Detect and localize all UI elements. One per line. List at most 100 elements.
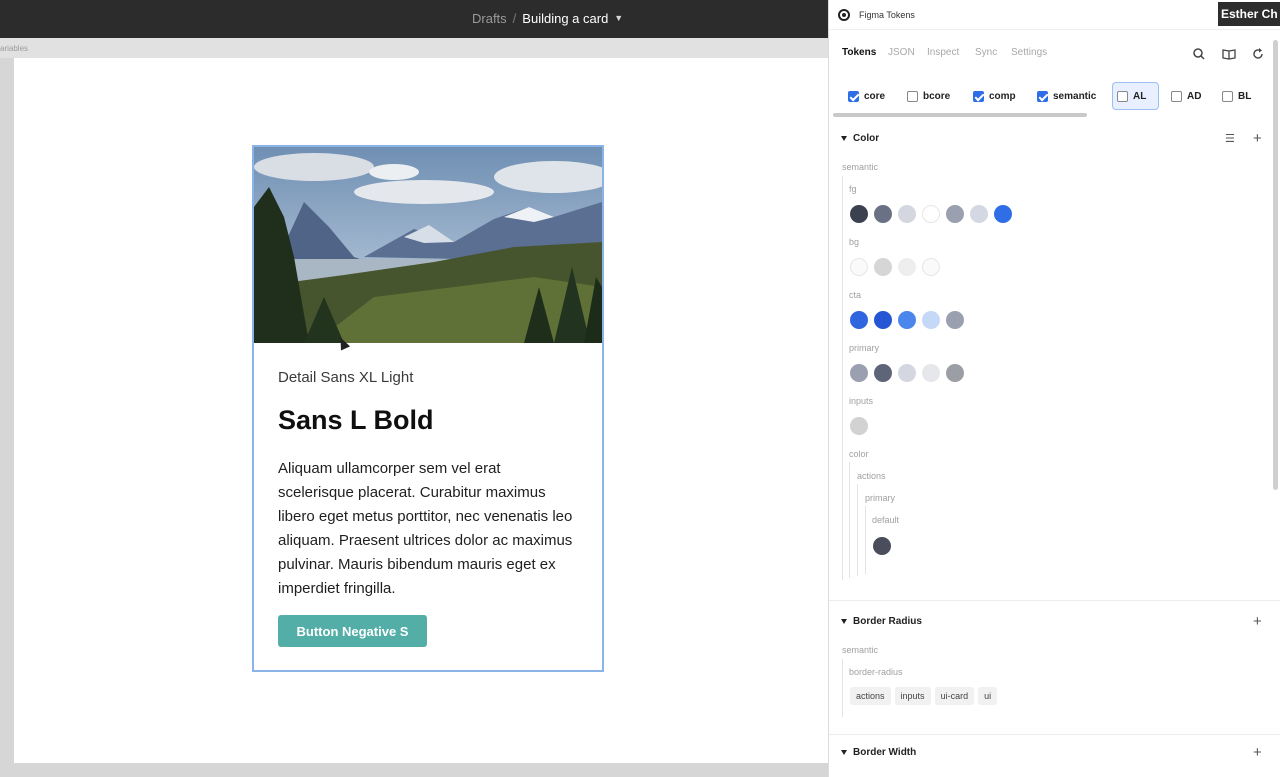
add-border-radius-icon[interactable]: + xyxy=(1253,613,1262,630)
theme-label: AL xyxy=(1133,90,1147,102)
tree-guide xyxy=(865,506,866,574)
tab-sync[interactable]: Sync xyxy=(975,47,997,58)
primary-color-swatch[interactable] xyxy=(850,364,868,382)
list-view-icon[interactable]: ☰ xyxy=(1225,132,1235,145)
token-actions[interactable]: actions xyxy=(850,687,891,705)
cta-label: cta xyxy=(849,290,862,300)
plugin-title: Figma Tokens xyxy=(859,10,915,20)
token-inputs[interactable]: inputs xyxy=(894,687,931,705)
figma-tokens-panel: Figma Tokens Tokens JSON Inspect Sync Se… xyxy=(828,0,1280,777)
caret-down-icon[interactable] xyxy=(841,136,847,141)
theme-comp[interactable]: comp xyxy=(969,82,1020,110)
fg-color-swatch[interactable] xyxy=(898,205,916,223)
bg-color-swatch[interactable] xyxy=(898,258,916,276)
checkbox-bcore[interactable] xyxy=(907,90,918,102)
primary-color-swatch[interactable] xyxy=(946,364,964,382)
default-color-swatch[interactable] xyxy=(873,537,891,555)
primary-color-swatch[interactable] xyxy=(922,364,940,382)
color-section-header[interactable]: Color ☰ + xyxy=(829,130,1280,152)
checkbox-semantic[interactable] xyxy=(1037,90,1048,102)
fg-color-swatch[interactable] xyxy=(994,205,1012,223)
cta-color-swatch[interactable] xyxy=(850,311,868,329)
panel-scrollbar[interactable] xyxy=(1273,40,1278,490)
theme-bl[interactable]: BL xyxy=(1218,82,1255,110)
tab-json[interactable]: JSON xyxy=(888,47,915,58)
token-ui-card[interactable]: ui-card xyxy=(934,687,975,705)
default-swatches xyxy=(873,537,891,555)
border-radius-title: Border Radius xyxy=(853,616,922,627)
fg-color-swatch[interactable] xyxy=(946,205,964,223)
fg-color-swatch[interactable] xyxy=(850,205,868,223)
file-name[interactable]: Building a card xyxy=(522,11,608,26)
button-negative-s[interactable]: Button Negative S xyxy=(278,615,427,647)
section-divider xyxy=(829,734,1280,735)
card-frame[interactable]: Detail Sans XL Light Sans L Bold Aliquam… xyxy=(252,145,604,672)
search-icon[interactable] xyxy=(1191,46,1207,62)
tree-guide xyxy=(842,659,843,717)
bg-label: bg xyxy=(849,237,860,247)
theme-selector: core bcore comp semantic AL AD BL xyxy=(829,78,1280,116)
theme-label: core xyxy=(864,90,886,102)
fg-color-swatch[interactable] xyxy=(874,205,892,223)
theme-ad[interactable]: AD xyxy=(1167,82,1205,110)
fg-color-swatch[interactable] xyxy=(922,205,940,223)
theme-label: comp xyxy=(989,90,1016,102)
theme-semantic[interactable]: semantic xyxy=(1033,82,1100,110)
border-width-section-header[interactable]: Border Width + xyxy=(829,744,1280,766)
fg-label: fg xyxy=(849,184,857,194)
inputs-swatches xyxy=(850,417,868,435)
theme-al[interactable]: AL xyxy=(1112,82,1159,110)
tree-guide xyxy=(842,176,843,580)
theme-bcore[interactable]: bcore xyxy=(903,82,954,110)
breadcrumb-separator: / xyxy=(512,11,517,26)
primary-swatches xyxy=(850,364,964,382)
theme-label: BL xyxy=(1238,90,1252,102)
border-width-title: Border Width xyxy=(853,747,917,758)
bg-color-swatch[interactable] xyxy=(874,258,892,276)
checkbox-ad[interactable] xyxy=(1171,90,1182,102)
checkbox-al[interactable] xyxy=(1117,90,1128,102)
cta-color-swatch[interactable] xyxy=(898,311,916,329)
bg-color-swatch[interactable] xyxy=(922,258,940,276)
token-ui[interactable]: ui xyxy=(978,687,998,705)
inputs-color-swatch[interactable] xyxy=(850,417,868,435)
border-radius-tokens: actions inputs ui-card ui xyxy=(850,687,998,705)
cta-color-swatch[interactable] xyxy=(922,311,940,329)
refresh-icon[interactable] xyxy=(1250,46,1266,62)
tab-inspect[interactable]: Inspect xyxy=(927,47,959,58)
book-icon[interactable] xyxy=(1221,46,1237,62)
primary-color-swatch[interactable] xyxy=(874,364,892,382)
add-border-width-icon[interactable]: + xyxy=(1253,744,1262,761)
caret-down-icon[interactable] xyxy=(841,750,847,755)
caret-down-icon[interactable] xyxy=(841,619,847,624)
plugin-tabs: Tokens JSON Inspect Sync Settings xyxy=(829,38,1280,70)
checkbox-core[interactable] xyxy=(848,90,859,102)
border-radius-section-header[interactable]: Border Radius + xyxy=(829,613,1280,635)
cta-color-swatch[interactable] xyxy=(946,311,964,329)
primary-sub-label: primary xyxy=(865,493,896,503)
layers-strip: ariables xyxy=(0,38,830,58)
border-radius-group-label: semantic xyxy=(842,645,879,655)
theme-scrollbar[interactable] xyxy=(833,113,1087,117)
checkbox-bl[interactable] xyxy=(1222,90,1233,102)
breadcrumb: Drafts / Building a card ▼ xyxy=(472,11,623,26)
card-image xyxy=(254,147,602,343)
tab-tokens[interactable]: Tokens xyxy=(842,47,876,58)
primary-color-swatch[interactable] xyxy=(898,364,916,382)
cta-swatches xyxy=(850,311,964,329)
cta-color-swatch[interactable] xyxy=(874,311,892,329)
plugin-logo-icon xyxy=(838,9,850,21)
theme-core[interactable]: core xyxy=(844,82,889,110)
section-divider xyxy=(829,600,1280,601)
primary-label: primary xyxy=(849,343,880,353)
breadcrumb-drafts[interactable]: Drafts xyxy=(472,11,507,26)
inputs-label: inputs xyxy=(849,396,874,406)
checkbox-comp[interactable] xyxy=(973,90,984,102)
add-color-icon[interactable]: + xyxy=(1253,130,1262,147)
chevron-down-icon[interactable]: ▼ xyxy=(614,13,623,23)
theme-label: bcore xyxy=(923,90,951,102)
bg-color-swatch[interactable] xyxy=(850,258,868,276)
fg-color-swatch[interactable] xyxy=(970,205,988,223)
theme-label: semantic xyxy=(1053,90,1097,102)
tab-settings[interactable]: Settings xyxy=(1011,47,1047,58)
